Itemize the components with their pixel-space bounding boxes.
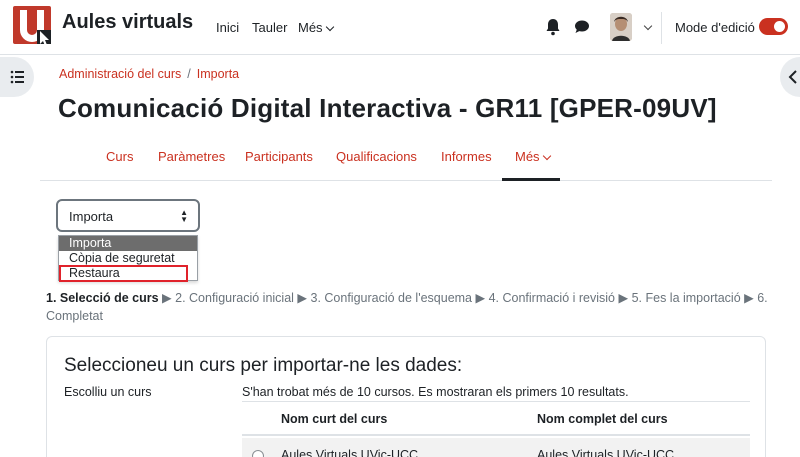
- course-radio[interactable]: [252, 450, 264, 457]
- tab-qualificacions[interactable]: Qualificacions: [336, 149, 417, 164]
- column-full-name: Nom complet del curs: [537, 412, 668, 426]
- select-arrows-icon: ▲ ▼: [180, 208, 188, 224]
- tab-curs[interactable]: Curs: [106, 149, 133, 164]
- tab-participants[interactable]: Participants: [245, 149, 313, 164]
- nav-link-mes-label: Més: [298, 20, 323, 35]
- action-select[interactable]: Importa ▲ ▼: [56, 199, 200, 232]
- notifications-bell-icon[interactable]: [545, 18, 561, 36]
- list-icon: [10, 70, 24, 84]
- step-3: 3. Configuració de l'esquema: [310, 291, 473, 305]
- toggle-knob: [774, 21, 785, 32]
- column-short-name: Nom curt del curs: [281, 412, 388, 426]
- block-drawer-button[interactable]: [780, 57, 800, 97]
- nav-link-inici[interactable]: Inici: [216, 20, 239, 35]
- top-navbar: Aules virtuals Inici Tauler Més Mode d'e…: [0, 0, 800, 55]
- tab-mes[interactable]: Més: [515, 149, 551, 164]
- option-copia-seguretat[interactable]: Còpia de seguretat: [59, 251, 197, 266]
- choose-course-label: Escolliu un curs: [64, 385, 152, 399]
- card-title: Seleccioneu un curs per importar-ne les …: [64, 355, 463, 376]
- edit-mode-toggle[interactable]: [759, 18, 788, 35]
- nav-link-mes[interactable]: Més: [298, 20, 334, 35]
- chevron-down-icon: [542, 151, 551, 161]
- messages-chat-icon[interactable]: [574, 19, 590, 35]
- step-5: 5. Fes la importació: [631, 291, 741, 305]
- breadcrumb-item-importa[interactable]: Importa: [197, 67, 239, 81]
- table-row[interactable]: Aules Virtuals UVic-UCC Aules Virtuals U…: [242, 438, 750, 457]
- option-importa[interactable]: Importa: [59, 236, 197, 251]
- tab-mes-label: Més: [515, 149, 540, 164]
- cell-short-name: Aules Virtuals UVic-UCC: [281, 448, 419, 457]
- course-secondary-nav: Curs Paràmetres Participants Qualificaci…: [40, 140, 772, 181]
- cell-full-name: Aules Virtuals UVic-UCC: [537, 448, 675, 457]
- page-title: Comunicació Digital Interactiva - GR11 […: [58, 93, 717, 123]
- chevron-left-icon: [788, 70, 797, 84]
- tab-parametres[interactable]: Paràmetres: [158, 149, 225, 164]
- chevron-down-icon: [643, 21, 653, 31]
- site-brand[interactable]: Aules virtuals: [62, 11, 193, 34]
- step-current: 1. Selecció de curs: [46, 291, 159, 305]
- course-search-card: Seleccioneu un curs per importar-ne les …: [46, 336, 766, 457]
- breadcrumb: Administració del curs / Importa: [59, 67, 239, 81]
- course-index-drawer-button[interactable]: [0, 57, 34, 97]
- tab-informes[interactable]: Informes: [441, 149, 492, 164]
- import-progress-steps: 1. Selecció de curs ▶ 2. Configuració in…: [46, 291, 768, 323]
- user-avatar[interactable]: [610, 13, 632, 41]
- results-info: S'han trobat més de 10 cursos. Es mostra…: [242, 385, 629, 399]
- step-4: 4. Confirmació i revisió: [488, 291, 616, 305]
- user-avatar-icon: [610, 13, 632, 41]
- action-select-value: Importa: [69, 209, 114, 224]
- site-logo-icon[interactable]: [13, 6, 51, 48]
- navbar-divider: [661, 12, 662, 44]
- active-tab-indicator: [502, 178, 560, 181]
- table-header: Nom curt del curs Nom complet del curs: [242, 401, 750, 436]
- nav-link-tauler[interactable]: Tauler: [252, 20, 287, 35]
- chevron-down-icon: [325, 22, 334, 32]
- restaura-highlight-box: [59, 265, 188, 282]
- breadcrumb-item-administracio[interactable]: Administració del curs: [59, 67, 181, 81]
- step-2: 2. Configuració inicial: [175, 291, 294, 305]
- breadcrumb-separator: /: [187, 67, 191, 81]
- user-menu-chevron-icon[interactable]: [641, 20, 653, 34]
- edit-mode-label: Mode d'edició: [675, 20, 755, 35]
